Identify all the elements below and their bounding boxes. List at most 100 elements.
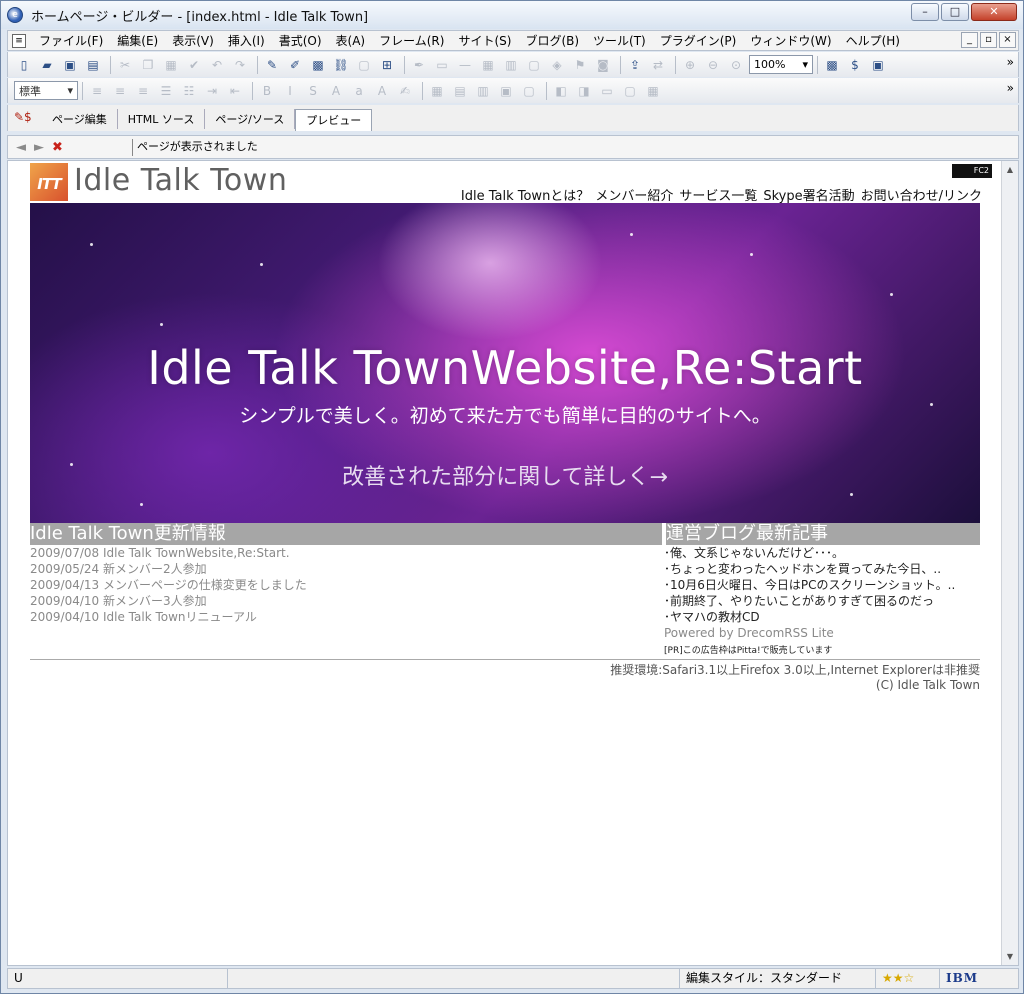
align-right-icon[interactable]: ≡ (133, 81, 153, 101)
close-button[interactable]: ✕ (971, 3, 1017, 21)
page-properties-icon[interactable]: ✐ (285, 55, 305, 75)
news-item[interactable]: 2009/04/13 メンバーページの仕様変更をしました (30, 577, 662, 593)
mdi-minimize-button[interactable]: _ (961, 32, 978, 48)
cell-right-icon[interactable]: ◨ (574, 81, 594, 101)
menu-file[interactable]: ファイル(F) (32, 32, 110, 49)
menu-format[interactable]: 書式(O) (272, 32, 329, 49)
merge-cells-icon[interactable]: ▣ (496, 81, 516, 101)
highlight-icon[interactable]: ✍ (395, 81, 415, 101)
menu-plugin[interactable]: プラグイン(P) (653, 32, 744, 49)
paragraph-style-select[interactable]: 標準 ▾ (14, 81, 78, 100)
zoom-out-icon[interactable]: ⊖ (703, 55, 723, 75)
tab-page-source[interactable]: ページ/ソース (205, 109, 296, 129)
menu-view[interactable]: 表示(V) (165, 32, 221, 49)
cell-format-icon[interactable]: ▭ (597, 81, 617, 101)
nav-link-about[interactable]: Idle Talk Townとは？ (461, 185, 589, 204)
undo-icon[interactable]: ↶ (207, 55, 227, 75)
grid-icon[interactable]: ▥ (501, 55, 521, 75)
nav-link-members[interactable]: メンバー紹介 (595, 185, 673, 204)
save-icon[interactable]: ▣ (60, 55, 80, 75)
menu-window[interactable]: ウィンドウ(W) (743, 32, 838, 49)
menu-site[interactable]: サイト(S) (451, 32, 518, 49)
zoom-reset-icon[interactable]: ⊙ (726, 55, 746, 75)
numbered-list-icon[interactable]: ☷ (179, 81, 199, 101)
blog-item[interactable]: ･ちょっと変わったヘッドホンを買ってみた今日、.. (664, 561, 980, 577)
news-item[interactable]: 2009/07/08 Idle Talk TownWebsite,Re:Star… (30, 545, 662, 561)
new-file-icon[interactable]: ▯ (14, 55, 34, 75)
nav-link-services[interactable]: サービス一覧 (679, 185, 757, 204)
menu-insert[interactable]: 挿入(I) (221, 32, 272, 49)
indent-icon[interactable]: ⇥ (202, 81, 222, 101)
redo-icon[interactable]: ↷ (230, 55, 250, 75)
layout-icon[interactable]: ⊞ (377, 55, 397, 75)
news-item[interactable]: 2009/04/10 Idle Talk Townリニューアル (30, 609, 662, 625)
nav-link-contact[interactable]: お問い合わせ/リンク (861, 185, 982, 204)
insert-image-icon[interactable]: ▩ (308, 55, 328, 75)
table-icon[interactable]: ▦ (478, 55, 498, 75)
title-bar[interactable]: e ホームページ・ビルダー - [index.html - Idle Talk … (1, 1, 1023, 29)
fc2-badge[interactable]: FC2 (952, 164, 992, 178)
toolbar-overflow-button[interactable]: » (1007, 55, 1014, 69)
table-insert-icon[interactable]: ▦ (427, 81, 447, 101)
toolbar-overflow-button[interactable]: » (1007, 81, 1014, 95)
nav-link-skype[interactable]: Skype署名活動 (763, 185, 854, 204)
hero-details-link[interactable]: 改善された部分に関して詳しく→ (30, 459, 980, 491)
cell-border-icon[interactable]: ▢ (620, 81, 640, 101)
menu-edit[interactable]: 編集(E) (110, 32, 165, 49)
gadget-icon[interactable]: ▣ (868, 55, 888, 75)
menu-frame[interactable]: フレーム(R) (372, 32, 451, 49)
menu-tools[interactable]: ツール(T) (586, 32, 653, 49)
marker-icon[interactable]: ⚑ (570, 55, 590, 75)
paste-icon[interactable]: ▦ (161, 55, 181, 75)
frame-icon[interactable]: ▢ (524, 55, 544, 75)
table-row-icon[interactable]: ▤ (450, 81, 470, 101)
back-arrow-icon[interactable]: ◄ (16, 140, 34, 155)
horizontal-rule-icon[interactable]: — (455, 55, 475, 75)
list-icon[interactable]: ☰ (156, 81, 176, 101)
maximize-button[interactable]: □ (941, 3, 969, 21)
tab-html-source[interactable]: HTML ソース (118, 109, 206, 129)
zoom-in-icon[interactable]: ⊕ (680, 55, 700, 75)
cell-left-icon[interactable]: ◧ (551, 81, 571, 101)
font-size-down-icon[interactable]: a (349, 81, 369, 101)
shapes-icon[interactable]: ◈ (547, 55, 567, 75)
forward-arrow-icon[interactable]: ► (34, 140, 52, 155)
document-icon[interactable]: ≡ (12, 33, 26, 48)
menu-table[interactable]: 表(A) (329, 32, 373, 49)
color-palette-icon[interactable]: ▩ (822, 55, 842, 75)
blog-item[interactable]: ･10月6日火曜日、今日はPCのスクリーンショット。.. (664, 577, 980, 593)
cut-icon[interactable]: ✂ (115, 55, 135, 75)
vertical-scrollbar[interactable]: ▲ ▼ (1001, 161, 1018, 965)
transfer-icon[interactable]: ⇄ (648, 55, 668, 75)
outdent-icon[interactable]: ⇤ (225, 81, 245, 101)
tab-page-edit[interactable]: ページ編集 (42, 109, 118, 129)
align-left-icon[interactable]: ≡ (87, 81, 107, 101)
site-logo-text[interactable]: Idle Talk Town (74, 163, 287, 198)
font-size-up-icon[interactable]: A (326, 81, 346, 101)
mdi-restore-button[interactable]: ▫ (980, 32, 997, 48)
split-cells-icon[interactable]: ▢ (519, 81, 539, 101)
minimize-button[interactable]: – (911, 3, 939, 21)
bold-icon[interactable]: B (257, 81, 277, 101)
edit-page-icon[interactable]: ✎ (262, 55, 282, 75)
pen-icon[interactable]: ✒ (409, 55, 429, 75)
insert-link-icon[interactable]: ⛓ (331, 55, 351, 75)
blog-item[interactable]: ･ヤマハの教材CD (664, 609, 980, 625)
stop-icon[interactable]: ✖ (52, 140, 70, 155)
stamp-icon[interactable]: ◙ (593, 55, 613, 75)
tab-preview[interactable]: プレビュー (295, 109, 373, 131)
insert-form-icon[interactable]: ▢ (354, 55, 374, 75)
copy-icon[interactable]: ❐ (138, 55, 158, 75)
scroll-up-icon[interactable]: ▲ (1002, 161, 1018, 178)
save-all-icon[interactable]: ▤ (83, 55, 103, 75)
align-center-icon[interactable]: ≡ (110, 81, 130, 101)
strike-icon[interactable]: S (303, 81, 323, 101)
preview-pane[interactable]: FC2 ITT Idle Talk Town Idle Talk Townとは？… (7, 160, 1019, 966)
scroll-down-icon[interactable]: ▼ (1002, 948, 1018, 965)
text-color-icon[interactable]: A (372, 81, 392, 101)
publish-icon[interactable]: ⇪ (625, 55, 645, 75)
open-folder-icon[interactable]: ▰ (37, 55, 57, 75)
pencil-dollar-icon[interactable]: ✎$ (14, 110, 42, 128)
pr-ad-text[interactable]: [PR]この広告枠はPitta!で販売しています (664, 643, 980, 656)
table-column-icon[interactable]: ▥ (473, 81, 493, 101)
